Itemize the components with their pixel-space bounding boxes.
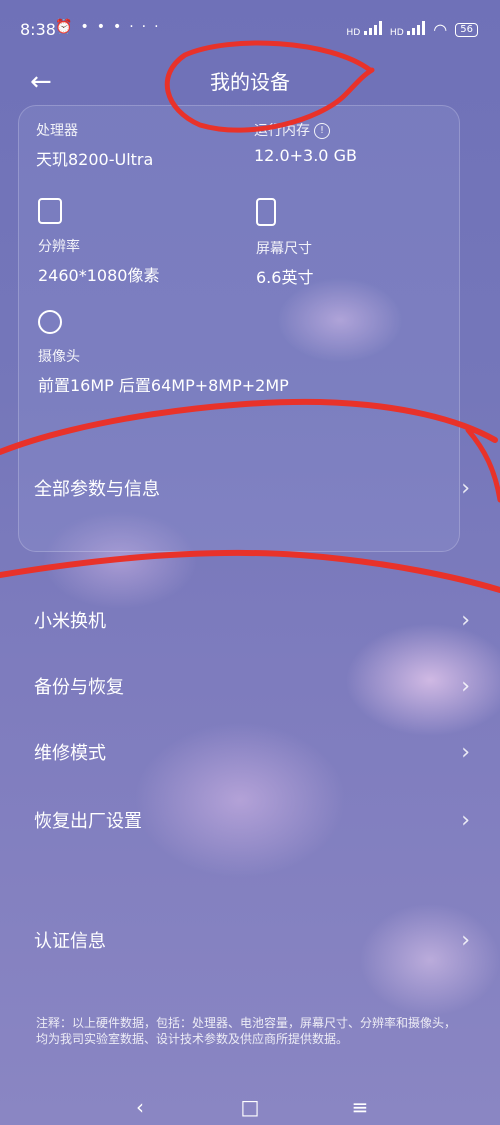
annotation-marks (0, 40, 500, 593)
nav-back-button[interactable]: ‹ (120, 1090, 160, 1125)
nav-home-button[interactable]: □ (230, 1090, 270, 1125)
annotation-stroke-bottom (0, 549, 500, 593)
annotation-stroke-top (0, 398, 498, 455)
nav-recents-button[interactable]: ≡ (340, 1090, 380, 1125)
nav-bar: ‹ □ ≡ (0, 1090, 500, 1125)
annotation-circle (164, 40, 375, 133)
